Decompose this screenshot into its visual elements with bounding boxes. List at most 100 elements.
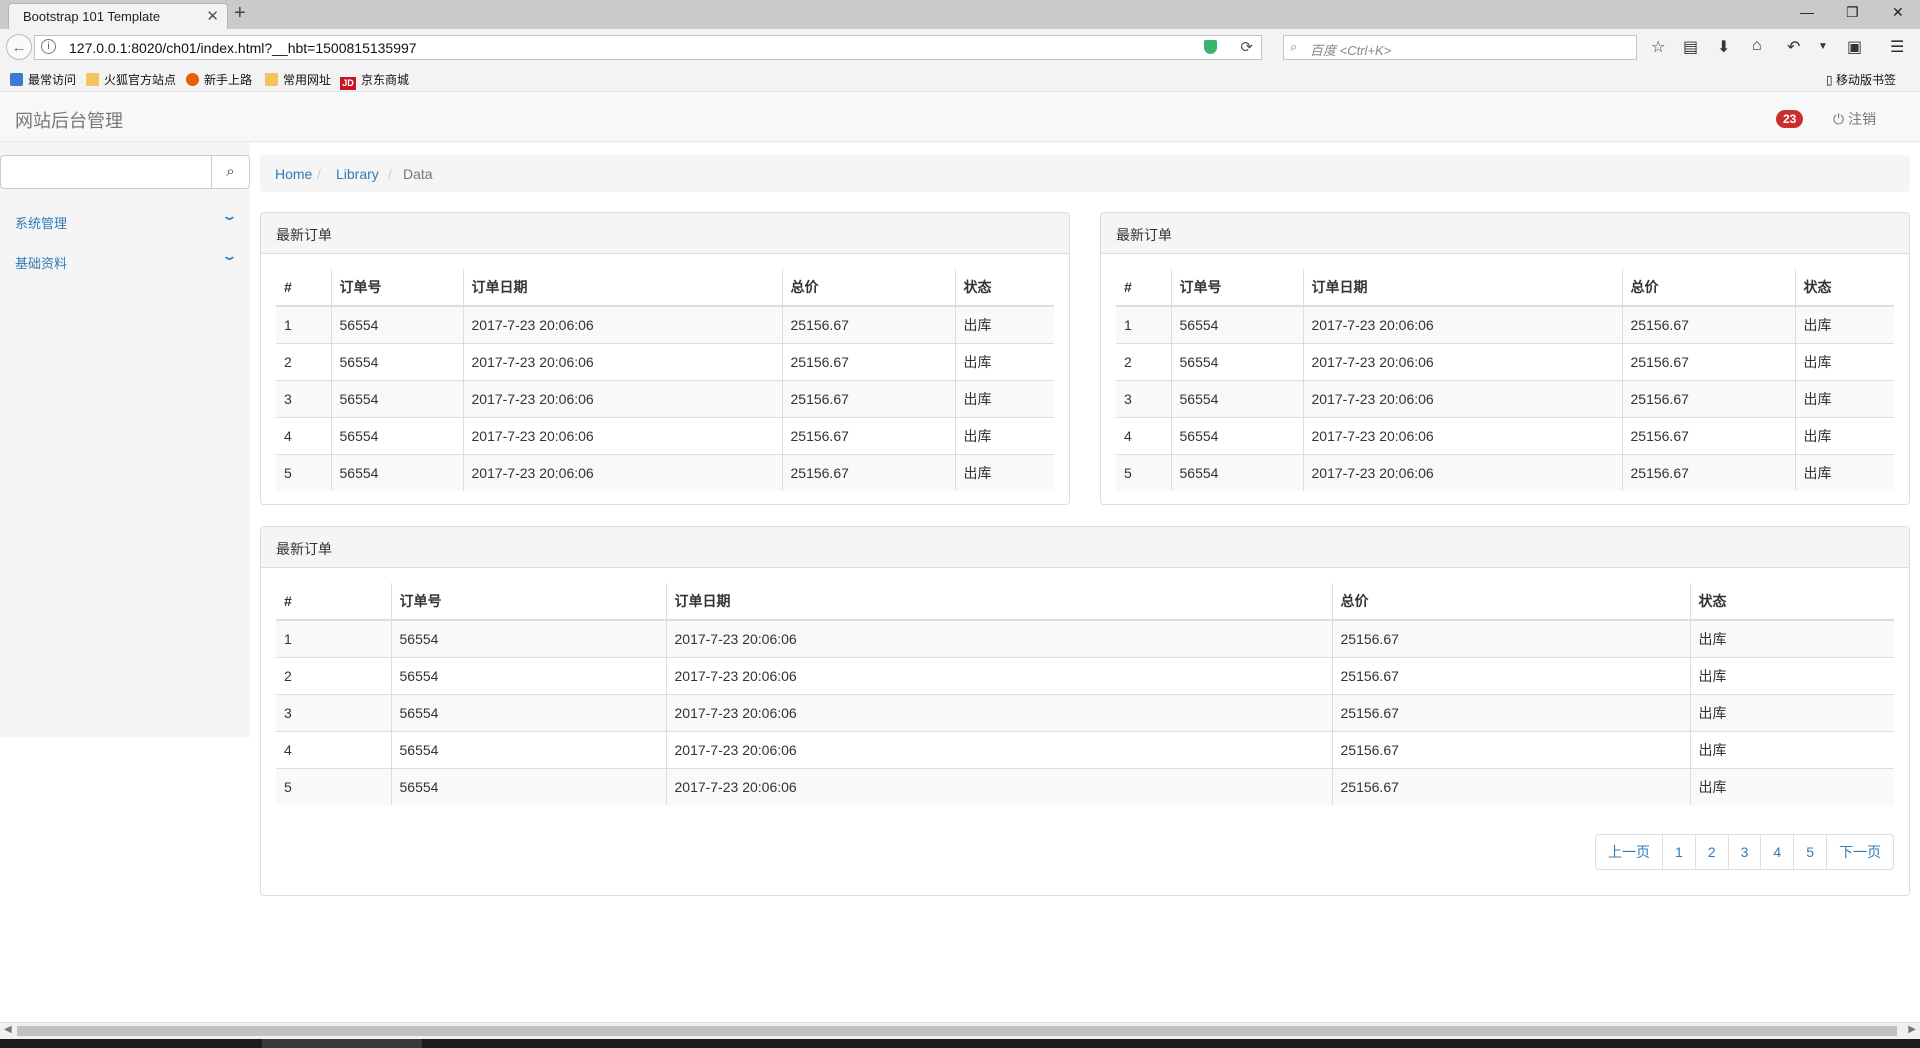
cell-date: 2017-7-23 20:06:06: [665, 694, 1332, 732]
search-bar[interactable]: ⌕ 百度 <Ctrl+K>: [1283, 35, 1637, 60]
reading-list-icon[interactable]: ▤: [1683, 37, 1698, 57]
url-text[interactable]: 127.0.0.1:8020/ch01/index.html?__hbt=150…: [69, 40, 417, 56]
cell-date: 2017-7-23 20:06:06: [665, 731, 1332, 769]
bookmark-label: 最常访问: [28, 73, 77, 87]
search-button[interactable]: ⌕: [211, 155, 250, 189]
orders-panel-2: 最新订单 # 订单号 订单日期 总价 状态 1 56554 2017-7-23 …: [1100, 212, 1910, 505]
table-row: 4 56554 2017-7-23 20:06:06 25156.67 出库: [276, 731, 1894, 769]
col-header-order-no: 订单号: [1170, 269, 1303, 307]
breadcrumb-separator: /: [388, 166, 392, 182]
col-header-total: 总价: [1331, 583, 1690, 621]
cell-status: 出库: [954, 380, 1054, 418]
cell-index: 5: [276, 454, 331, 491]
brand[interactable]: 网站后台管理: [15, 107, 123, 133]
table-row: 5 56554 2017-7-23 20:06:06 25156.67 出库: [1116, 454, 1894, 491]
orders-table: # 订单号 订单日期 总价 状态 1 56554 2017-7-23 20:06:0…: [276, 583, 1894, 805]
breadcrumb-home[interactable]: Home: [275, 166, 312, 182]
bookmark-label: 新手上路: [204, 73, 253, 87]
table-head: # 订单号 订单日期 总价 状态: [1116, 269, 1894, 307]
col-header-index: #: [276, 583, 391, 621]
cell-status: 出库: [954, 454, 1054, 491]
cell-total: 25156.67: [1621, 305, 1795, 344]
bookmark-label: 京东商城: [361, 73, 410, 87]
panel-heading: 最新订单: [261, 213, 1069, 254]
cell-date: 2017-7-23 20:06:06: [665, 619, 1332, 658]
col-header-order-no: 订单号: [390, 583, 666, 621]
close-tab-icon[interactable]: ✕: [206, 7, 219, 25]
top-navbar: 网站后台管理 23 ⏻ 注销: [0, 92, 1920, 142]
mobile-icon: ▯: [1826, 73, 1833, 87]
next-page-button[interactable]: 下一页: [1826, 834, 1894, 870]
cell-index: 3: [276, 694, 391, 732]
minimize-button[interactable]: —: [1800, 4, 1814, 20]
cell-total: 25156.67: [1621, 343, 1795, 381]
new-tab-button[interactable]: +: [234, 2, 246, 25]
page-4-button[interactable]: 4: [1760, 834, 1795, 870]
bookmark-label: 常用网址: [283, 73, 332, 87]
cell-index: 1: [276, 619, 391, 658]
table-head: # 订单号 订单日期 总价 状态: [276, 583, 1894, 621]
table-row: 1 56554 2017-7-23 20:06:06 25156.67 出库: [276, 305, 1054, 344]
reader-icon[interactable]: ▣: [1847, 37, 1862, 57]
taskbar-active-item[interactable]: [262, 1039, 422, 1048]
browser-tab[interactable]: Bootstrap 101 Template ✕: [8, 3, 228, 29]
page-1-button[interactable]: 1: [1662, 834, 1696, 870]
prev-page-button[interactable]: 上一页: [1595, 834, 1664, 870]
cell-total: 25156.67: [1331, 657, 1690, 695]
back-arrow-icon[interactable]: ←: [6, 34, 32, 60]
restore-button[interactable]: ❐: [1846, 4, 1859, 21]
bookmark-getting-started[interactable]: 新手上路: [186, 71, 252, 88]
orders-panel-1: 最新订单 # 订单号 订单日期 总价 状态 1 56554 2017-7-23 …: [260, 212, 1070, 505]
shield-icon[interactable]: [1204, 40, 1217, 54]
cell-status: 出库: [1794, 454, 1894, 491]
mobile-bookmarks[interactable]: ▯ 移动版书签: [1826, 71, 1896, 88]
sidebar-item-system[interactable]: 系统管理 ⌄: [0, 202, 250, 238]
star-icon[interactable]: ☆: [1651, 37, 1665, 57]
info-icon[interactable]: i: [41, 39, 56, 54]
scroll-right-icon[interactable]: ▶: [1908, 1024, 1916, 1035]
reload-icon[interactable]: ⟳: [1240, 38, 1253, 56]
bookmark-jd[interactable]: JD 京东商城: [340, 71, 409, 90]
menu-icon[interactable]: ☰: [1890, 37, 1904, 57]
logout-link[interactable]: ⏻ 注销: [1833, 109, 1876, 129]
cell-status: 出库: [954, 343, 1054, 381]
panel-body: # 订单号 订单日期 总价 状态 1 56554 2017-7-23 20:06:0…: [261, 254, 1069, 506]
bookmark-most-visited[interactable]: 最常访问: [10, 71, 76, 88]
sidebar-search-input[interactable]: [0, 155, 212, 189]
page-2-button[interactable]: 2: [1694, 834, 1729, 870]
cell-status: 出库: [954, 417, 1054, 455]
power-icon: ⏻: [1833, 111, 1845, 127]
cell-status: 出库: [1689, 657, 1894, 695]
page-3-button[interactable]: 3: [1727, 834, 1762, 870]
address-bar[interactable]: i 127.0.0.1:8020/ch01/index.html?__hbt=1…: [34, 35, 1262, 60]
page-5-button[interactable]: 5: [1793, 834, 1827, 870]
bookmark-firefox-official[interactable]: 火狐官方站点: [86, 71, 176, 88]
sidebar-item-label: 基础资料: [15, 256, 68, 271]
cell-index: 1: [276, 305, 331, 344]
breadcrumb-separator: /: [317, 166, 321, 182]
cell-index: 2: [1116, 343, 1171, 381]
home-icon[interactable]: ⌂: [1752, 37, 1762, 55]
table-row: 4 56554 2017-7-23 20:06:06 25156.67 出库: [276, 417, 1054, 455]
bookmark-common-sites[interactable]: 常用网址: [265, 71, 331, 88]
firefox-icon: [186, 73, 199, 86]
notification-badge[interactable]: 23: [1776, 110, 1804, 128]
search-icon: ⌕: [226, 163, 235, 180]
breadcrumb-library[interactable]: Library: [336, 166, 379, 182]
horizontal-scrollbar[interactable]: ◀ ▶: [0, 1022, 1920, 1040]
scroll-left-icon[interactable]: ◀: [4, 1024, 12, 1035]
undo-icon[interactable]: ↶: [1787, 37, 1800, 57]
cell-total: 25156.67: [781, 343, 955, 381]
page: 网站后台管理 23 ⏻ 注销 ⌕ 系统管理 ⌄ 基础资料 ⌄ Home / Lib…: [0, 92, 1920, 1022]
sidebar-item-basic-data[interactable]: 基础资料 ⌄: [0, 242, 250, 278]
scrollbar-thumb[interactable]: [17, 1026, 1897, 1036]
close-window-button[interactable]: ✕: [1892, 4, 1904, 21]
folder-icon: [86, 73, 99, 86]
cell-order-no: 56554: [390, 657, 666, 695]
cell-index: 4: [1116, 417, 1171, 455]
col-header-index: #: [276, 269, 331, 307]
download-icon[interactable]: ⬇: [1717, 37, 1730, 57]
table-row: 5 56554 2017-7-23 20:06:06 25156.67 出库: [276, 454, 1054, 491]
cell-total: 25156.67: [781, 380, 955, 418]
dropdown-icon[interactable]: ▼: [1818, 41, 1828, 52]
